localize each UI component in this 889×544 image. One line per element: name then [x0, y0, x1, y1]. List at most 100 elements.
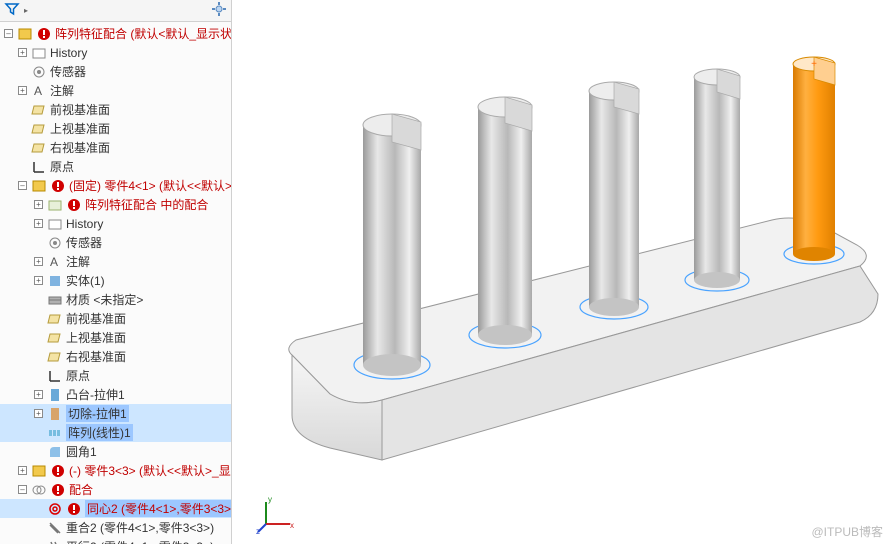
part4-top-node[interactable]: 上视基准面 [0, 328, 231, 347]
node-label: 传感器 [66, 234, 102, 251]
node-label: 右视基准面 [50, 139, 110, 156]
svg-text:A: A [50, 255, 58, 269]
plane-icon [47, 311, 63, 327]
model-render: + [232, 0, 889, 544]
coincident-icon [47, 520, 63, 536]
expand-icon[interactable]: + [34, 219, 43, 228]
toolbar-dropdown-icon[interactable]: ▸ [24, 6, 28, 15]
sensor-icon [47, 235, 63, 251]
folder-icon [47, 197, 63, 213]
fillet-icon [47, 444, 63, 460]
expand-icon[interactable]: + [34, 390, 43, 399]
node-label: 配合 [69, 481, 93, 498]
view-triad[interactable]: y x z [256, 494, 296, 534]
part4-body-node[interactable]: + 实体(1) [0, 271, 231, 290]
node-label: History [66, 217, 103, 231]
error-icon [50, 482, 66, 498]
right-plane-node[interactable]: 右视基准面 [0, 138, 231, 157]
origin-icon [31, 159, 47, 175]
node-label: 上视基准面 [66, 329, 126, 346]
top-plane-node[interactable]: 上视基准面 [0, 119, 231, 138]
folder-icon [47, 216, 63, 232]
sensor-icon [31, 64, 47, 80]
node-label: 注解 [66, 253, 90, 270]
node-label: 前视基准面 [66, 310, 126, 327]
sensors-node[interactable]: 传感器 [0, 62, 231, 81]
part4-fillet-node[interactable]: 圆角1 [0, 442, 231, 461]
part4-mates-node[interactable]: + 阵列特征配合 中的配合 [0, 195, 231, 214]
error-icon [50, 463, 66, 479]
error-icon [66, 501, 82, 517]
feature-tree-sidebar: ▸ – 阵列特征配合 (默认<默认_显示状态-1 + History 传感器 [0, 0, 232, 544]
mates-node[interactable]: – 配合 [0, 480, 231, 499]
part3-node[interactable]: + (-) 零件3<3> (默认<<默认>_显示 [0, 461, 231, 480]
part4-sensors-node[interactable]: 传感器 [0, 233, 231, 252]
plane-icon [47, 349, 63, 365]
feature-tree[interactable]: – 阵列特征配合 (默认<默认_显示状态-1 + History 传感器 + A… [0, 22, 231, 544]
plane-icon [31, 140, 47, 156]
part4-ann-node[interactable]: + A 注解 [0, 252, 231, 271]
expand-icon[interactable]: – [18, 181, 27, 190]
mate-coincident-node[interactable]: 重合2 (零件4<1>,零件3<3>) [0, 518, 231, 537]
concentric-icon [47, 501, 63, 517]
part4-cut-node[interactable]: + 切除-拉伸1 [0, 404, 231, 423]
annotation-icon: A [47, 254, 63, 270]
node-label: 实体(1) [66, 272, 105, 289]
mate-concentric-node[interactable]: 同心2 (零件4<1>,零件3<3>) [0, 499, 231, 518]
part4-pattern-node[interactable]: 阵列(线性)1 [0, 423, 231, 442]
tree-toolbar-cog-icon[interactable] [211, 1, 227, 20]
front-plane-node[interactable]: 前视基准面 [0, 100, 231, 119]
node-label: 切除-拉伸1 [66, 405, 129, 422]
node-label: 阵列(线性)1 [66, 424, 133, 441]
expand-icon[interactable]: – [4, 29, 13, 38]
filter-icon[interactable] [4, 1, 20, 20]
axis-z-label: z [256, 527, 260, 534]
expand-icon[interactable]: – [18, 485, 27, 494]
mate-parallel-node[interactable]: 平行2 (零件4<1>,零件3<3>) [0, 537, 231, 544]
node-label: History [50, 46, 87, 60]
svg-text:+: + [811, 59, 817, 70]
svg-text:A: A [34, 84, 42, 98]
axis-y-label: y [268, 495, 272, 504]
root-label: 阵列特征配合 (默认<默认_显示状态-1 [55, 25, 231, 42]
solid-body-icon [47, 273, 63, 289]
axis-x-label: x [290, 521, 294, 530]
part4-front-node[interactable]: 前视基准面 [0, 309, 231, 328]
node-label: 圆角1 [66, 443, 97, 460]
part4-boss-node[interactable]: + 凸台-拉伸1 [0, 385, 231, 404]
part4-node[interactable]: – (固定) 零件4<1> (默认<<默认>_显 [0, 176, 231, 195]
plane-icon [47, 330, 63, 346]
node-label: 阵列特征配合 中的配合 [85, 196, 208, 213]
folder-icon [31, 45, 47, 61]
node-label: 平行2 (零件4<1>,零件3<3>) [66, 538, 214, 544]
part4-history-node[interactable]: + History [0, 214, 231, 233]
error-icon [66, 197, 82, 213]
node-label: 材质 <未指定> [66, 291, 143, 308]
expand-icon[interactable]: + [34, 200, 43, 209]
annotations-node[interactable]: + A 注解 [0, 81, 231, 100]
expand-icon[interactable]: + [18, 466, 27, 475]
linear-pattern-icon [47, 425, 63, 441]
part4-material-node[interactable]: 材质 <未指定> [0, 290, 231, 309]
part4-right-node[interactable]: 右视基准面 [0, 347, 231, 366]
watermark: @ITPUB博客 [811, 523, 883, 540]
plane-icon [31, 121, 47, 137]
3d-viewport[interactable]: + y x z @ITPUB博客 [232, 0, 889, 544]
expand-icon[interactable]: + [18, 48, 27, 57]
expand-icon[interactable]: + [34, 409, 43, 418]
cut-extrude-icon [47, 406, 63, 422]
node-label: 重合2 (零件4<1>,零件3<3>) [66, 519, 214, 536]
expand-icon[interactable]: + [34, 257, 43, 266]
expand-icon[interactable]: + [18, 86, 27, 95]
node-label: 同心2 (零件4<1>,零件3<3>) [85, 500, 231, 517]
assembly-icon [17, 26, 33, 42]
origin-node[interactable]: 原点 [0, 157, 231, 176]
tree-root[interactable]: – 阵列特征配合 (默认<默认_显示状态-1 [0, 24, 231, 43]
annotation-icon: A [31, 83, 47, 99]
node-label: 前视基准面 [50, 101, 110, 118]
mates-icon [31, 482, 47, 498]
expand-icon[interactable]: + [34, 276, 43, 285]
node-label: 原点 [50, 158, 74, 175]
part4-origin-node[interactable]: 原点 [0, 366, 231, 385]
history-node[interactable]: + History [0, 43, 231, 62]
